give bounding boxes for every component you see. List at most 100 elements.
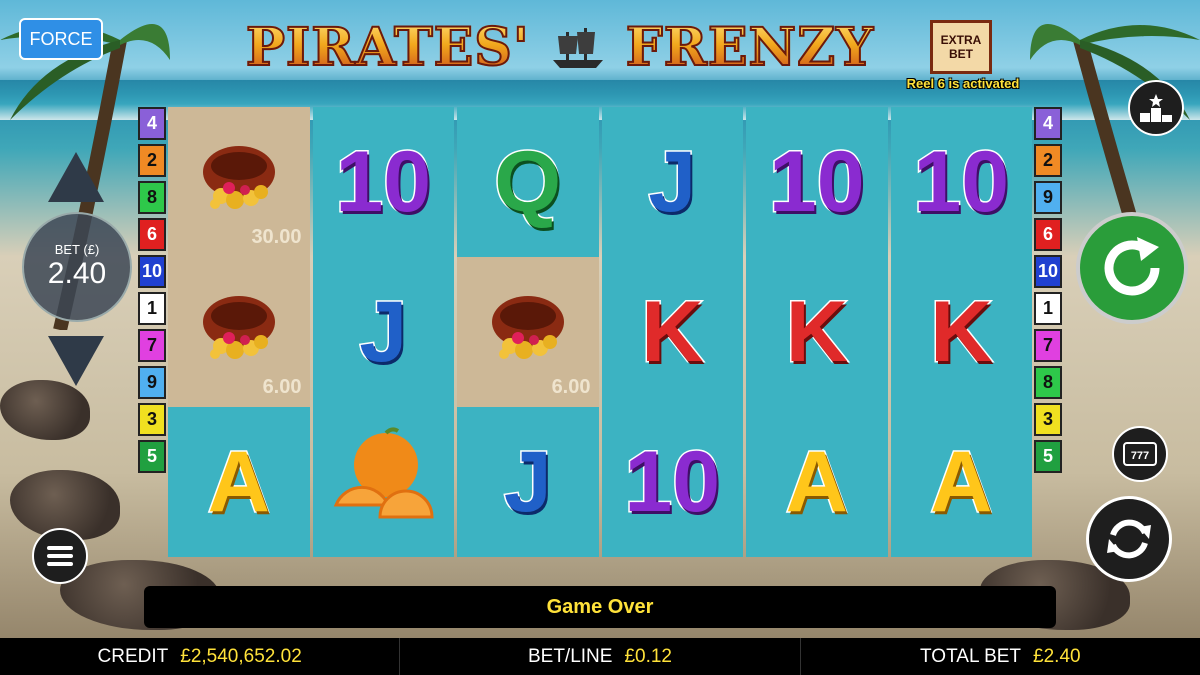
payline-tab: 3 — [1034, 403, 1062, 436]
bottom-bar: CREDIT £2,540,652.02 BET/LINE £0.12 TOTA… — [0, 638, 1200, 675]
title-word-1: PIRATES' — [245, 16, 530, 79]
bet-value: 2.40 — [47, 257, 107, 290]
reel-cell: K — [746, 257, 888, 407]
reel: J K 10 — [601, 107, 744, 557]
payline-tab: 6 — [138, 218, 166, 251]
total-bet-segment: TOTAL BET £2.40 — [801, 638, 1200, 675]
reel-cell: 10 — [746, 107, 888, 257]
slot-machine-button[interactable]: 777 — [1112, 426, 1168, 482]
treasure-sack-icon — [191, 138, 287, 227]
slot-machine-icon: 777 — [1123, 442, 1157, 466]
treasure-sack-icon — [480, 288, 576, 377]
orange-icon — [328, 425, 438, 540]
reel-cell: 6.00 — [457, 257, 599, 407]
spin-arrow-icon — [1104, 237, 1160, 296]
reel-cell: J — [602, 107, 744, 257]
symbol-q: Q — [493, 134, 563, 230]
reel-cell: Q — [457, 107, 599, 257]
symbol-j: J — [647, 134, 698, 230]
credit-segment: CREDIT £2,540,652.02 — [0, 638, 401, 675]
extra-bet-button[interactable]: EXTRA BET — [930, 20, 992, 74]
symbol-j: J — [358, 284, 409, 380]
reel-cell: A — [168, 407, 310, 557]
payline-tab: 7 — [138, 329, 166, 362]
extra-bet-status: Reel 6 is activated — [906, 76, 1020, 91]
reel-cell: 10 — [891, 107, 1033, 257]
force-button[interactable]: FORCE — [19, 18, 103, 60]
payline-tab: 8 — [138, 181, 166, 214]
payline-tab: 6 — [1034, 218, 1062, 251]
symbol-k: K — [929, 284, 994, 380]
pirate-ship-icon — [552, 28, 603, 68]
paylines-right: 4 2 9 6 10 1 7 8 3 5 — [1034, 107, 1062, 473]
symbol-a: A — [929, 434, 994, 530]
reel: 10 J — [312, 107, 455, 557]
reel-cell: 10 — [313, 107, 455, 257]
podium-icon — [1140, 94, 1172, 122]
treasure-sack-icon — [191, 288, 287, 377]
reel-cell: K — [891, 257, 1033, 407]
reel-cell: J — [457, 407, 599, 557]
payline-tab: 2 — [1034, 144, 1062, 177]
symbol-value: 6.00 — [262, 376, 302, 398]
reel: 10 K A — [746, 107, 888, 557]
payline-tab: 1 — [138, 292, 166, 325]
payline-tab: 5 — [138, 440, 166, 473]
extra-bet-line1: EXTRA — [940, 33, 982, 47]
autoplay-icon — [1107, 519, 1151, 559]
total-bet-value: £2.40 — [1033, 645, 1081, 667]
reel-cell: J — [313, 257, 455, 407]
betline-segment: BET/LINE £0.12 — [400, 638, 801, 675]
payline-tab: 5 — [1034, 440, 1062, 473]
leaderboard-button[interactable] — [1128, 80, 1184, 136]
reel-cell: 10 — [602, 407, 744, 557]
symbol-10: 10 — [912, 134, 1011, 230]
reel-cell — [313, 407, 455, 557]
credit-value: £2,540,652.02 — [180, 645, 302, 667]
payline-tab: 8 — [1034, 366, 1062, 399]
title-word-2: FRENZY — [625, 16, 875, 79]
bet-label: BET (£) — [54, 242, 100, 257]
symbol-10: 10 — [334, 134, 433, 230]
extra-bet-line2: BET — [949, 47, 973, 61]
spin-button[interactable] — [1076, 212, 1188, 324]
payline-tab: 4 — [1034, 107, 1062, 140]
payline-tab: 10 — [1034, 255, 1062, 288]
betline-label: BET/LINE — [527, 645, 613, 667]
symbol-a: A — [784, 434, 849, 530]
symbol-10: 10 — [767, 134, 866, 230]
reel-cell: A — [746, 407, 888, 557]
payline-tab: 4 — [138, 107, 166, 140]
symbol-10: 10 — [623, 434, 722, 530]
payline-tab: 10 — [138, 255, 166, 288]
game-title: PIRATES' FRENZY — [230, 12, 890, 82]
symbol-k: K — [784, 284, 849, 380]
payline-tab: 3 — [138, 403, 166, 436]
symbol-j: J — [502, 434, 553, 530]
paylines-left: 4 2 8 6 10 1 7 9 3 5 — [138, 107, 166, 473]
bet-increase-arrow[interactable] — [48, 152, 104, 202]
reel-cell: 30.00 — [168, 107, 310, 257]
reel-cell: K — [602, 257, 744, 407]
payline-tab: 2 — [138, 144, 166, 177]
hamburger-icon — [47, 546, 73, 566]
status-message: Game Over — [144, 586, 1056, 628]
payline-tab: 9 — [138, 366, 166, 399]
credit-label: CREDIT — [97, 645, 169, 667]
menu-button[interactable] — [32, 528, 88, 584]
rock — [0, 380, 90, 440]
symbol-value: 30.00 — [251, 226, 302, 248]
betline-value: £0.12 — [624, 645, 672, 667]
symbol-value: 6.00 — [551, 376, 591, 398]
total-bet-label: TOTAL BET — [920, 645, 1022, 667]
symbol-a: A — [206, 434, 271, 530]
symbol-k: K — [640, 284, 705, 380]
reel: 10 K A — [890, 107, 1033, 557]
payline-tab: 7 — [1034, 329, 1062, 362]
bet-decrease-arrow[interactable] — [48, 336, 104, 386]
autoplay-button[interactable] — [1086, 496, 1172, 582]
payline-tab: 9 — [1034, 181, 1062, 214]
payline-tab: 1 — [1034, 292, 1062, 325]
reel: Q 6.00 J — [457, 107, 599, 557]
bet-display: BET (£) 2.40 — [22, 212, 132, 322]
